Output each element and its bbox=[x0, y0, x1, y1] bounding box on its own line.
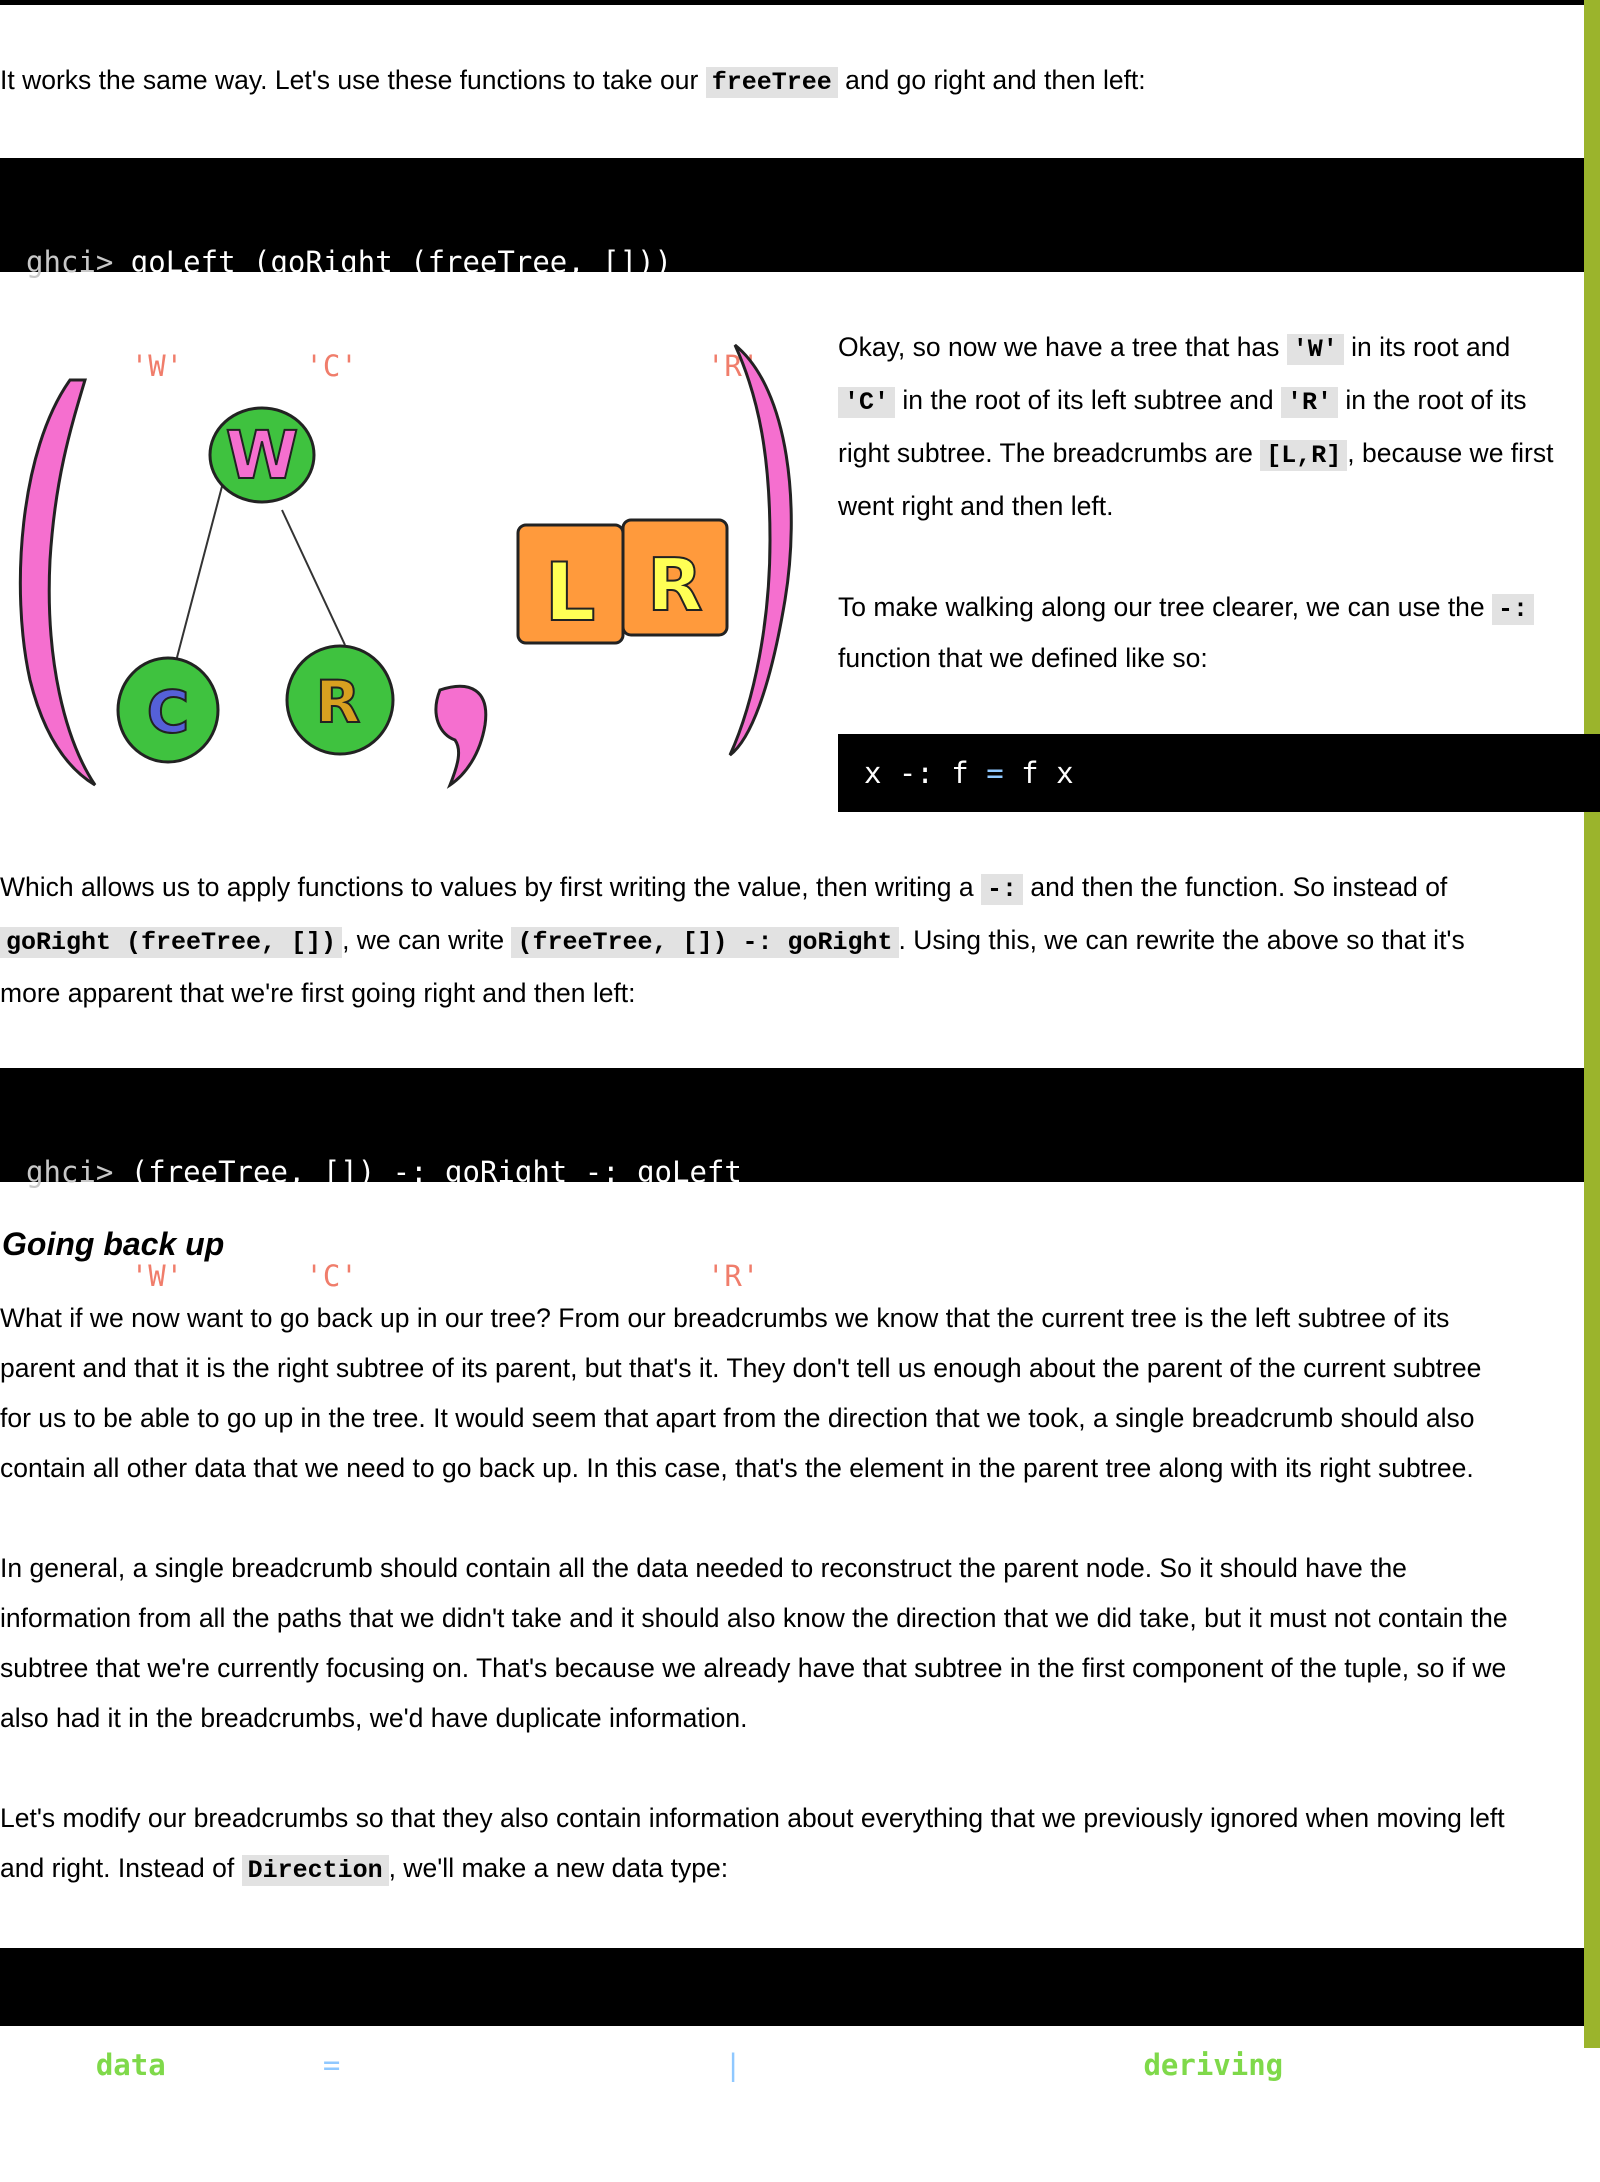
svg-text:R: R bbox=[647, 543, 702, 627]
tree-node-left: C bbox=[116, 656, 220, 764]
paragraph-3-line-3: more apparent that we're first going rig… bbox=[0, 978, 636, 1008]
inline-code-lr: [L,R] bbox=[1260, 440, 1348, 471]
svg-text:R: R bbox=[316, 668, 361, 736]
inline-code-arrow: -: bbox=[1492, 594, 1535, 625]
paragraph-4-line: contain all other data that we need to g… bbox=[0, 1453, 1474, 1483]
paragraph-6-line-1: Let's modify our breadcrumbs so that the… bbox=[0, 1803, 1505, 1833]
paragraph-3-line-1: Which allows us to apply functions to va… bbox=[0, 872, 1448, 905]
paragraph-4-line: for us to be able to go up in the tree. … bbox=[0, 1403, 1475, 1433]
code-line: ghci> goLeft (goRight (freeTree, [])) bbox=[26, 245, 673, 279]
code-line: ghci> (freeTree, []) -: goRight -: goLef… bbox=[26, 1155, 742, 1189]
comma-shape bbox=[434, 684, 488, 789]
paragraph-5-line: also had it in the breadcrumbs, we'd hav… bbox=[0, 1703, 748, 1733]
side-line-5: To make walking along our tree clearer, … bbox=[838, 582, 1535, 635]
tree-node-root: W bbox=[208, 406, 316, 504]
inline-code-goright: goRight (freeTree, []) bbox=[0, 927, 343, 958]
paragraph-5-line: information from all the paths that we d… bbox=[0, 1603, 1508, 1633]
crumb-box-l: L bbox=[516, 523, 625, 645]
paragraph-6-line-2: and right. Instead of Direction, we'll m… bbox=[0, 1853, 729, 1886]
code-block-crumb: data Crumb a = LeftCrumb a (Tree a) | Ri… bbox=[0, 1948, 1584, 2082]
inline-code-r: 'R' bbox=[1280, 387, 1338, 418]
paragraph-4-line: What if we now want to go back up in our… bbox=[0, 1303, 1450, 1333]
inline-code-direction: Direction bbox=[241, 1855, 389, 1886]
paragraph-5-line: In general, a single breadcrumb should c… bbox=[0, 1553, 1407, 1583]
tree-breadcrumb-illustration: W C R L R bbox=[18, 343, 793, 789]
code-block-arrow-def: x -: f = f x bbox=[838, 734, 1600, 812]
tree-edge-right bbox=[281, 509, 346, 646]
svg-text:C: C bbox=[147, 678, 190, 746]
code-line: (Node 'W' (Node 'C' Empty Empty) (Node '… bbox=[26, 1259, 1109, 1293]
paragraph-5-line: subtree that we're currently focusing on… bbox=[0, 1653, 1507, 1683]
left-parenthesis-shape bbox=[18, 378, 97, 787]
inline-code-arrow-2: -: bbox=[980, 874, 1023, 905]
svg-text:W: W bbox=[226, 417, 299, 494]
side-line-4: went right and then left. bbox=[838, 491, 1114, 521]
side-line-2: 'C' in the root of its left subtree and … bbox=[838, 375, 1527, 428]
side-line-3: right subtree. The breadcrumbs are [L,R]… bbox=[838, 438, 1554, 471]
article-content: It works the same way. Let's use these f… bbox=[0, 0, 1600, 2082]
tree-node-right: R bbox=[285, 644, 395, 756]
inline-code-w: 'W' bbox=[1286, 334, 1344, 365]
section-heading: Going back up bbox=[2, 1226, 225, 1262]
side-line-6: function that we defined like so: bbox=[838, 643, 1208, 673]
inline-code-freetree-arrow: (freeTree, []) -: goRight bbox=[511, 927, 899, 958]
paragraph-3-line-2: goRight (freeTree, []), we can write (fr… bbox=[0, 915, 1465, 968]
side-line-1: Okay, so now we have a tree that has 'W'… bbox=[838, 332, 1511, 365]
code-block-goleft: ghci> goLeft (goRight (freeTree, [])) (N… bbox=[0, 158, 1584, 383]
tree-edge-left bbox=[174, 474, 226, 666]
right-parenthesis-shape bbox=[728, 343, 793, 757]
paragraph-intro: It works the same way. Let's use these f… bbox=[0, 65, 1146, 98]
inline-code-freetree: freeTree bbox=[705, 67, 838, 98]
crumb-box-r: R bbox=[621, 518, 729, 637]
code-block-chain: ghci> (freeTree, []) -: goRight -: goLef… bbox=[0, 1068, 1584, 1293]
paragraph-4-line: parent and that it is the right subtree … bbox=[0, 1353, 1482, 1383]
svg-text:L: L bbox=[545, 546, 596, 639]
inline-code-c: 'C' bbox=[838, 387, 896, 418]
